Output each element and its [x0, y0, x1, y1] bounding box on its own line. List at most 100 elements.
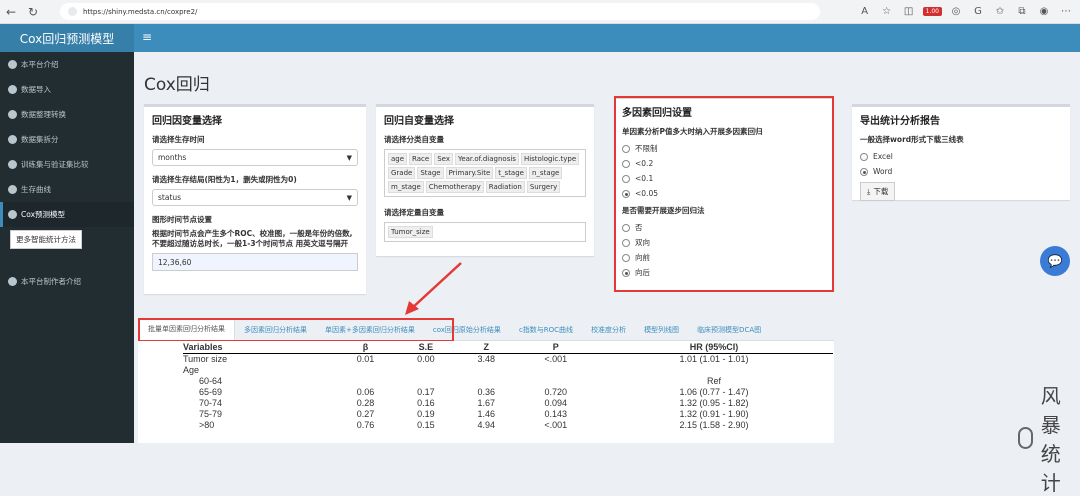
- app-header: Cox回归预测模型 ≡: [0, 24, 1080, 52]
- highlight-box: [614, 96, 834, 292]
- plot-description: 根据时间节点会产生多个ROC、校准图，一般是年份的倍数,不要超过随访总时长，一般…: [152, 229, 353, 248]
- table-cell: 1.32 (0.95 - 1.82): [679, 398, 749, 408]
- variable-tag[interactable]: Race: [409, 153, 433, 165]
- sidebar-item-data-split[interactable]: 数据集拆分: [0, 127, 134, 152]
- variable-tag[interactable]: Surgery: [526, 181, 561, 193]
- table-cell: 3.48: [477, 354, 496, 364]
- table-cell: 0.06: [356, 387, 375, 397]
- page-title: Cox回归: [144, 75, 210, 95]
- variable-tag[interactable]: Chemotherapy: [425, 181, 484, 193]
- box-title: 导出统计分析报告: [860, 116, 940, 127]
- sidebar-item-data-import[interactable]: 数据导入: [0, 77, 134, 102]
- browser-toolbar: ← ↻ https://shiny.medsta.cn/coxpre2/ A ☆…: [0, 0, 1080, 24]
- more-methods-link[interactable]: 更多智能统计方法: [10, 230, 82, 249]
- variable-tag[interactable]: Grade: [388, 167, 416, 179]
- favorites-bar-icon[interactable]: ✩: [992, 3, 1008, 19]
- time-select[interactable]: months ▼: [152, 149, 358, 166]
- column-header: P: [516, 341, 595, 354]
- favorite-icon[interactable]: ☆: [879, 3, 895, 19]
- sidebar-item-data-transform[interactable]: 数据整理转换: [0, 102, 134, 127]
- column-header: S.E: [395, 341, 457, 354]
- back-icon[interactable]: ←: [0, 2, 22, 22]
- annotation-arrow: [405, 262, 462, 315]
- time-nodes-input[interactable]: 12,36,60: [152, 253, 358, 271]
- collections-icon[interactable]: ⧉: [1014, 3, 1030, 19]
- extension-g-icon[interactable]: G: [970, 3, 986, 19]
- home-icon: [8, 60, 17, 69]
- box-title: 回归因变量选择: [152, 116, 222, 127]
- sidebar-item-intro[interactable]: 本平台介绍: [0, 52, 134, 77]
- result-tab[interactable]: c指数与ROC曲线: [510, 320, 582, 340]
- sidebar-item-compare[interactable]: 训练集与验证集比较: [0, 152, 134, 177]
- table-cell: 1.32 (0.91 - 1.90): [679, 409, 749, 419]
- table-cell: <.001: [544, 354, 568, 364]
- address-bar[interactable]: https://shiny.medsta.cn/coxpre2/: [60, 3, 820, 20]
- plot-label: 图形时间节点设置: [152, 215, 212, 224]
- table-cell: [456, 365, 516, 376]
- table-row: 70-74 0.28 0.16 1.67 0.094 1.32 (0.95 - 1.82): [183, 398, 833, 409]
- info-icon: [8, 135, 17, 144]
- variable-tag[interactable]: Histologic.type: [520, 153, 580, 165]
- wechat-icon: [1018, 427, 1033, 449]
- result-tab[interactable]: 校准度分析: [582, 320, 635, 340]
- table-cell: 0.720: [544, 387, 568, 397]
- table-cell: [595, 365, 833, 376]
- sidebar: 本平台介绍 数据导入 数据整理转换 数据集拆分 训练集与验证集比较 生存曲线 C…: [0, 52, 134, 443]
- radio-icon: [860, 167, 868, 176]
- continuous-select[interactable]: Tumor_size: [384, 222, 586, 242]
- column-header: Z: [456, 341, 517, 354]
- table-cell: [335, 376, 395, 387]
- table-cell: 0.01: [356, 354, 375, 364]
- variable-tag[interactable]: age: [388, 153, 408, 165]
- refresh-icon[interactable]: ↻: [22, 2, 44, 22]
- sync-icon[interactable]: ◎: [948, 3, 964, 19]
- watermark: 风暴统计: [1018, 380, 1080, 496]
- status-label: 请选择生存结局(阳性为1，删失或阴性为0): [152, 175, 297, 184]
- sidebar-item-cox[interactable]: Cox预测模型: [0, 202, 134, 227]
- sidebar-item-author[interactable]: 本平台制作者介绍: [0, 269, 134, 294]
- chat-icon[interactable]: 💬: [1040, 246, 1070, 276]
- site-info-icon[interactable]: [68, 7, 77, 16]
- table-row: 60-64 Ref: [183, 376, 833, 387]
- box-title: 回归自变量选择: [384, 116, 454, 127]
- result-tab[interactable]: 模型列线图: [635, 320, 688, 340]
- variable-tag[interactable]: Year.of.diagnosis: [454, 153, 519, 165]
- users-icon: [8, 277, 17, 286]
- export-report-box: 导出统计分析报告 一般选择word形式下载三线表 Excel Word ⤓ 下载: [852, 104, 1070, 201]
- download-button[interactable]: ⤓ 下载: [860, 182, 896, 201]
- variable-tag[interactable]: n_stage: [528, 167, 563, 179]
- categorical-select[interactable]: age Race Sex Year.of.diagnosis Histologic.ty…: [384, 149, 586, 197]
- more-icon[interactable]: ⋯: [1058, 3, 1074, 19]
- profile-icon[interactable]: ◉: [1036, 3, 1052, 19]
- caret-down-icon: ▼: [346, 153, 352, 162]
- variable-tag[interactable]: t_stage: [495, 167, 527, 179]
- info-icon: [8, 85, 17, 94]
- column-header: Variables: [183, 341, 336, 354]
- variable-tag[interactable]: Stage: [417, 167, 444, 179]
- table-cell: 75-79: [199, 409, 223, 419]
- variable-tag[interactable]: Primary.Site: [445, 167, 494, 179]
- time-label: 请选择生存时间: [152, 135, 205, 144]
- variable-tag[interactable]: Tumor_size: [388, 226, 433, 238]
- table-row: 75-79 0.27 0.19 1.46 0.143 1.32 (0.91 - 1.90): [183, 409, 833, 420]
- result-tab[interactable]: 临床预测模型DCA图: [688, 320, 770, 340]
- info-icon: [8, 160, 17, 169]
- independent-variable-box: 回归自变量选择 请选择分类自变量 age Race Sex Year.of.diagn…: [376, 104, 594, 256]
- variable-tag[interactable]: Radiation: [485, 181, 525, 193]
- table-cell: 1.67: [477, 398, 496, 408]
- variable-tag[interactable]: Sex: [434, 153, 453, 165]
- app-title[interactable]: Cox回归预测模型: [0, 24, 134, 52]
- extension-badge[interactable]: 1.00: [922, 6, 942, 16]
- status-select[interactable]: status ▼: [152, 189, 358, 206]
- extension-icon[interactable]: ◫: [901, 3, 917, 19]
- radio-option[interactable]: Excel: [860, 149, 1062, 164]
- column-header: β: [335, 341, 396, 354]
- radio-option[interactable]: Word: [860, 164, 1062, 179]
- download-icon: ⤓: [867, 186, 871, 196]
- table-cell: 0.17: [417, 387, 435, 397]
- menu-toggle-icon[interactable]: ≡: [142, 30, 152, 44]
- sidebar-item-survival[interactable]: 生存曲线: [0, 177, 134, 202]
- variable-tag[interactable]: m_stage: [388, 181, 424, 193]
- results-table: Variables β S.E Z P HR (95%CI) Tumor size 0.01…: [183, 341, 833, 431]
- read-aloud-icon[interactable]: A: [857, 3, 873, 19]
